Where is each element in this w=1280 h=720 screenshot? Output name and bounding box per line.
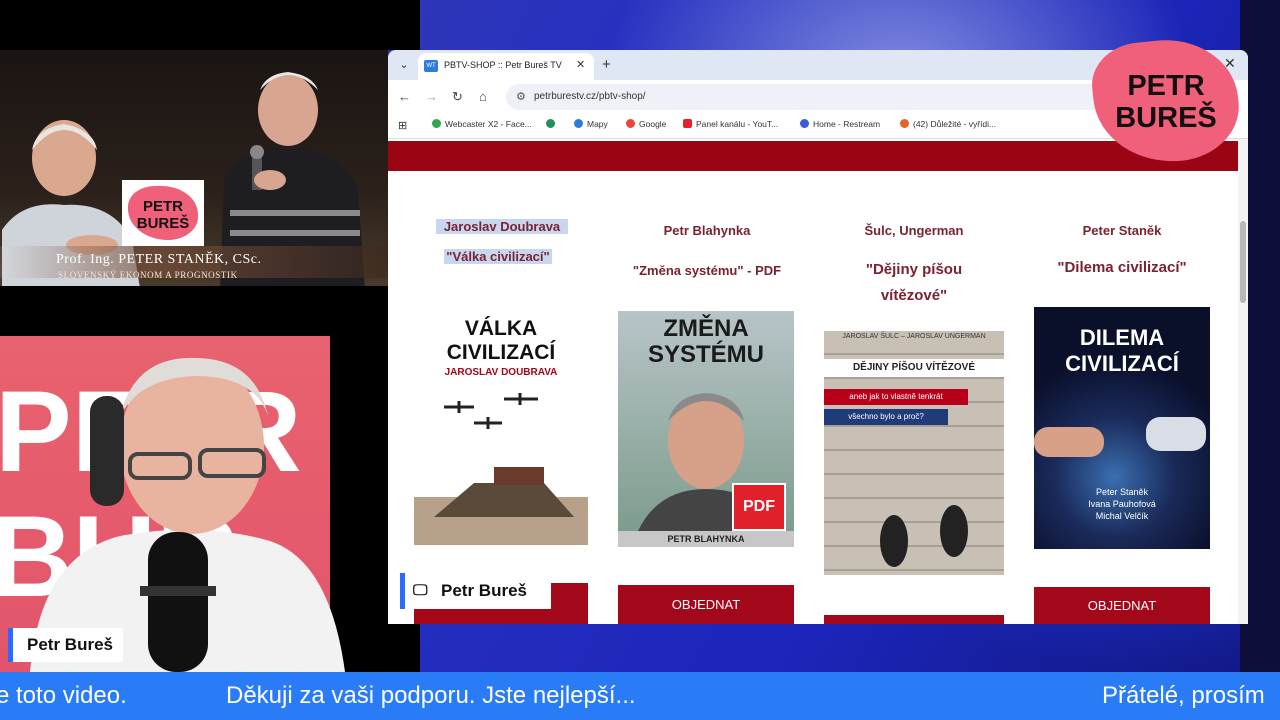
- cover-title-line2: SYSTÉMU: [647, 341, 764, 368]
- cover-author: PETR BLAHYNKA: [618, 531, 794, 547]
- cover-subtitle-2: všechno bylo a proč?: [824, 409, 948, 425]
- logo-line2: BUREŠ: [1115, 102, 1217, 134]
- cover-author-2: Ivana Pauhofová: [1088, 499, 1156, 509]
- google-icon: [626, 119, 635, 128]
- ticker-text-left: e toto video.: [0, 682, 127, 709]
- pdf-badge-icon: PDF: [732, 483, 786, 531]
- tab-favicon-icon: WT: [424, 60, 438, 72]
- bookmark-mapy[interactable]: Mapy: [574, 119, 608, 129]
- cover-artwork: [414, 393, 588, 545]
- presenter-tag: 🖵 Petr Bureš: [400, 573, 551, 609]
- tab-close-icon[interactable]: ✕: [576, 58, 585, 71]
- cover-robot-hand-artwork: [1146, 417, 1206, 451]
- bookmark-google[interactable]: Google: [626, 119, 666, 129]
- webcaster-icon: [432, 119, 441, 128]
- guest-name: Prof. Ing. PETER STANĚK, CSc.: [56, 252, 262, 267]
- product-author[interactable]: Jaroslav Doubrava: [436, 219, 568, 234]
- page-scrollbar[interactable]: [1238, 139, 1248, 624]
- product-cover-image[interactable]: JAROSLAV ŠULC – JAROSLAV UNGERMAN DĚJINY…: [824, 331, 1004, 575]
- bookmark-label: Panel kanálu - YouT...: [696, 119, 779, 129]
- drive-icon: [546, 119, 555, 128]
- apps-grid-icon[interactable]: ⊞: [398, 119, 407, 132]
- order-button[interactable]: OBJEDNAT: [1034, 587, 1210, 624]
- petr-bures-logo-small: PETR BUREŠ: [122, 180, 204, 246]
- reload-icon[interactable]: ↻: [452, 89, 463, 105]
- video-gap: [0, 286, 420, 336]
- restream-icon: [800, 119, 809, 128]
- tab-pbtv-shop[interactable]: WT PBTV-SHOP :: Petr Bureš TV ✕: [418, 53, 594, 80]
- cover-author-3: Michal Velčík: [1095, 511, 1149, 521]
- new-tab-plus-icon[interactable]: +: [602, 56, 611, 73]
- product-cover-image[interactable]: ZMĚNA SYSTÉMU PDF PETR BLAHYNKA: [618, 311, 794, 547]
- cover-title-line1: VÁLKA: [464, 317, 538, 340]
- product-title: "Dějiny píšou vítězové": [865, 261, 963, 304]
- interview-video: PETR BUREŠ Prof. Ing. PETER STANĚK, CSc.…: [0, 50, 388, 286]
- petr-bures-logo: PETR BUREŠ: [1088, 32, 1244, 170]
- product-cover-image[interactable]: DILEMA CIVILIZACÍ Peter Staněk Ivana Pau…: [1034, 307, 1210, 549]
- guest-title: SLOVENSKÝ EKONOM A PROGNOSTIK: [58, 270, 238, 280]
- host-name-tag: Petr Bureš: [8, 628, 123, 662]
- cover-shoes-artwork: [880, 505, 968, 567]
- cover-title-line1: DILEMA: [1079, 325, 1165, 350]
- ticker-text-right: Přátelé, prosím: [1102, 682, 1265, 709]
- bookmark-webcaster[interactable]: Webcaster X2 - Face...: [432, 119, 532, 129]
- product-author: Petr Blahynka: [663, 223, 751, 238]
- cover-title: DĚJINY PÍŠOU VÍTĚZOVÉ: [824, 359, 1004, 377]
- video-top-margin: [0, 0, 420, 50]
- tab-search-chevron-icon[interactable]: ⌄: [394, 56, 414, 74]
- ticker-bar: e toto video. Děkuji za vaši podporu. Js…: [0, 672, 1280, 720]
- product-title: "Změna systému" - PDF: [632, 263, 782, 278]
- product-title[interactable]: "Válka civilizací": [444, 249, 552, 264]
- cover-author-1: Peter Staněk: [1095, 487, 1149, 497]
- product-author: Šulc, Ungerman: [864, 223, 964, 238]
- cover-author: JAROSLAV ŠULC – JAROSLAV UNGERMAN: [842, 333, 986, 340]
- bookmark-label: Mapy: [587, 119, 608, 129]
- bookmark-dulezite[interactable]: (42) Důležité - vyřídi...: [900, 119, 996, 129]
- cover-subtitle-1: aneb jak to vlastně tenkrát: [824, 389, 968, 405]
- tab-title: PBTV-SHOP :: Petr Bureš TV: [444, 60, 562, 70]
- ticker-text-middle: Děkuji za vaši podporu. Jste nejlepší...: [226, 682, 636, 709]
- cover-title-line2: CIVILIZACÍ: [446, 341, 556, 364]
- cover-fist-artwork: [1034, 427, 1104, 457]
- bookmark-label: Home - Restream: [813, 119, 881, 129]
- order-button[interactable]: [824, 615, 1004, 624]
- bookmark-youtube[interactable]: Panel kanálu - YouT...: [683, 119, 778, 129]
- product-title: "Dilema civilizací": [1057, 259, 1187, 276]
- presenter-name: Petr Bureš: [441, 581, 527, 600]
- webcam-video: PETR BUŘ Petr Bureš: [0, 336, 420, 672]
- cover-title-line2: CIVILIZACÍ: [1065, 351, 1179, 376]
- youtube-icon: [683, 119, 692, 128]
- product-author: Peter Staněk: [1082, 223, 1162, 238]
- logo-line1: PETR: [142, 198, 183, 215]
- host-webcam-image: PETR BUŘ: [0, 357, 345, 672]
- map-pin-icon: [574, 119, 583, 128]
- order-button[interactable]: OBJEDNAT: [618, 585, 794, 624]
- bookmark-label: (42) Důležité - vyřídi...: [913, 119, 997, 129]
- logo-line1: PETR: [1127, 70, 1205, 102]
- site-settings-icon[interactable]: ⚙: [516, 90, 526, 103]
- bookmark-label: Google: [639, 119, 667, 129]
- bookmark-restream[interactable]: Home - Restream: [800, 119, 880, 129]
- shop-page: Jaroslav Doubrava "Válka civilizací" VÁL…: [388, 139, 1248, 624]
- forward-arrow-icon[interactable]: →: [425, 89, 438, 104]
- home-icon[interactable]: ⌂: [479, 89, 487, 104]
- bookmark-drive[interactable]: [546, 119, 559, 129]
- cover-author: JAROSLAV DOUBRAVA: [444, 367, 558, 378]
- url-text: petrburestv.cz/pbtv-shop/: [534, 91, 646, 102]
- logo-line2: BUREŠ: [136, 215, 190, 232]
- back-arrow-icon[interactable]: ←: [398, 89, 411, 104]
- cover-title-line1: ZMĚNA: [663, 315, 749, 342]
- monitor-icon: 🖵: [413, 582, 428, 599]
- mail-icon: [900, 119, 909, 128]
- scrollbar-thumb[interactable]: [1240, 221, 1246, 303]
- bookmark-label: Webcaster X2 - Face...: [445, 119, 532, 129]
- product-cover-image[interactable]: VÁLKA CIVILIZACÍ JAROSLAV DOUBRAVA: [414, 297, 588, 545]
